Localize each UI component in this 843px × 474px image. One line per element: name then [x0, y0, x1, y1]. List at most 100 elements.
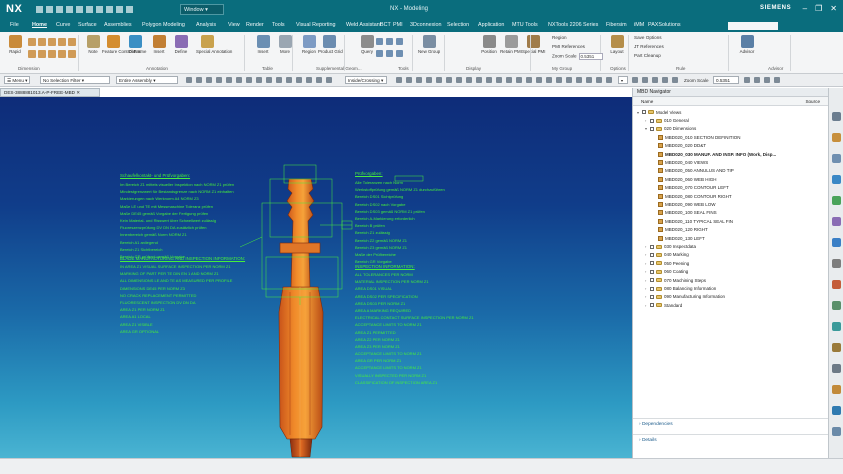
tab-3dconnexion[interactable]: 3Dconnexion — [410, 22, 441, 28]
body-snap-icon[interactable] — [256, 77, 262, 83]
tab-imm[interactable]: iMM — [634, 22, 644, 28]
ribbon-zoom-scale-input[interactable]: 0.5351 — [578, 53, 603, 60]
component-snap-icon[interactable] — [296, 77, 302, 83]
note-heading[interactable]: Prüfvorgaben: — [355, 171, 383, 177]
model-view-node[interactable]: MBD020_030 MANUF. AND INSP. INFO (Work, … — [653, 150, 776, 158]
sketch-snap-icon[interactable] — [286, 77, 292, 83]
tree-node[interactable]: › 060 Coating — [645, 268, 688, 276]
visibility-checkbox[interactable] — [650, 294, 654, 299]
options-item[interactable]: Part Cleanup — [634, 53, 661, 58]
dimension-tool-icon[interactable] — [68, 50, 76, 58]
tree-node[interactable]: › 040 Marking — [645, 251, 689, 259]
model-view-node[interactable]: MBD020_100 SEAL FINS — [653, 209, 717, 217]
tab-tools[interactable]: Tools — [272, 22, 285, 28]
snap-icon[interactable] — [216, 77, 222, 83]
tab-analysis[interactable]: Analysis — [196, 22, 216, 28]
ribbon-button-layout[interactable]: Layout — [606, 35, 628, 54]
manufacturing-wizard-icon[interactable] — [832, 343, 841, 352]
face-snap-icon[interactable] — [246, 77, 252, 83]
ribbon-button-define[interactable]: Define — [170, 35, 192, 54]
model-view-node[interactable]: MBD020_070 CONTOUR LEFT — [653, 184, 729, 192]
point-on-curve-icon[interactable] — [466, 77, 472, 83]
dimension-tool-icon[interactable] — [28, 50, 36, 58]
palette-icon[interactable] — [832, 385, 841, 394]
blade-model[interactable] — [278, 178, 324, 458]
bounded-grid-icon[interactable] — [486, 77, 492, 83]
ribbon-button-product-grid[interactable]: Product Grid — [318, 35, 343, 54]
dimension-tool-icon[interactable] — [48, 38, 56, 46]
ribbon-button-rapid[interactable]: Rapid — [4, 35, 26, 54]
tree-node[interactable]: › Standard — [645, 301, 682, 309]
pmi-snap-icon[interactable] — [306, 77, 312, 83]
assembly-navigator-icon[interactable] — [832, 133, 841, 142]
endpoint-icon[interactable] — [406, 77, 412, 83]
hide-icon[interactable] — [632, 77, 638, 83]
ribbon-button-query[interactable]: Query — [356, 35, 378, 54]
note-block-english[interactable]: ALL TOLERANCES PER NORM MATERIAL INSPECTI… — [355, 272, 474, 388]
model-canvas[interactable] — [0, 97, 632, 458]
dimension-tool-icon[interactable] — [38, 38, 46, 46]
render-style-icon[interactable] — [596, 77, 602, 83]
options-item[interactable]: Save Options — [634, 35, 662, 40]
visibility-checkbox[interactable] — [642, 110, 646, 115]
model-view-node[interactable]: MBD020_050 ANNULUS AND TIP — [653, 167, 734, 175]
reuse-library-icon[interactable] — [832, 196, 841, 205]
roles-icon[interactable] — [832, 301, 841, 310]
tab-file[interactable]: File — [10, 22, 19, 28]
constraint-navigator-icon[interactable] — [832, 154, 841, 163]
pan-icon[interactable] — [566, 77, 572, 83]
model-view-node[interactable]: MBD020_080 CONTOUR RIGHT — [653, 192, 732, 200]
tab-paxsolutions[interactable]: PAXSolutions — [648, 22, 681, 28]
ribbon-button-new-group[interactable]: New Group — [418, 35, 440, 54]
supplemental-geometry-icon[interactable] — [376, 38, 383, 45]
clock-icon[interactable] — [832, 364, 841, 373]
quadrant-icon[interactable] — [446, 77, 452, 83]
dimension-tool-icon[interactable] — [48, 50, 56, 58]
invert-visibility-icon[interactable] — [652, 77, 658, 83]
visibility-checkbox[interactable] — [650, 286, 654, 291]
switch-window-icon[interactable] — [126, 6, 133, 13]
web-browser-icon[interactable] — [832, 238, 841, 247]
ribbon-button-feature-control-frame[interactable]: Feature Control Frame — [102, 35, 146, 54]
point-on-face-icon[interactable] — [476, 77, 482, 83]
feature-snap-icon[interactable] — [266, 77, 272, 83]
deselect-icon[interactable] — [196, 77, 202, 83]
tab-surface[interactable]: Surface — [78, 22, 97, 28]
ribbon-button-insert[interactable]: Insert — [252, 35, 274, 54]
visibility-checkbox[interactable] — [650, 303, 654, 308]
section-view-icon[interactable] — [672, 77, 678, 83]
dimension-tool-icon[interactable] — [58, 50, 66, 58]
model-view-node[interactable]: MBD020_110 TYPICAL SEAL FIN — [653, 217, 733, 225]
supplemental-geometry-icon[interactable] — [386, 50, 393, 57]
dimension-tool-icon[interactable] — [68, 38, 76, 46]
note-block-english[interactable]: IN AREA Z1 VISUAL SURFACE INSPECTION PER… — [120, 264, 232, 337]
point-snap-icon[interactable] — [226, 77, 232, 83]
midpoint-icon[interactable] — [416, 77, 422, 83]
ribbon-button-position[interactable]: Position — [478, 35, 500, 54]
ribbon-button-special-pmi[interactable]: Special PMI — [522, 35, 545, 54]
hd3d-tools-icon[interactable] — [832, 217, 841, 226]
supplemental-geometry-icon[interactable] — [396, 50, 403, 57]
tangent-point-icon[interactable] — [516, 77, 522, 83]
ribbon-button-advisor[interactable]: Advisor — [736, 35, 758, 54]
existing-point-icon[interactable] — [456, 77, 462, 83]
tab-mtu-tools[interactable]: MTU Tools — [512, 22, 538, 28]
arc-center-icon[interactable] — [526, 77, 532, 83]
tab-visual-reporting[interactable]: Visual Reporting — [296, 22, 335, 28]
pole-icon[interactable] — [536, 77, 542, 83]
save-icon[interactable] — [36, 6, 43, 13]
tree-node[interactable]: › 080 Balancing Information — [645, 284, 716, 292]
tree-node[interactable]: › 010 General — [645, 116, 689, 124]
point-icon[interactable] — [396, 77, 402, 83]
supplemental-geometry-icon[interactable] — [386, 38, 393, 45]
dimension-tool-icon[interactable] — [38, 50, 46, 58]
touch-mode-icon[interactable] — [106, 6, 113, 13]
visibility-checkbox[interactable] — [650, 118, 654, 123]
copy-icon[interactable] — [76, 6, 83, 13]
close-icon[interactable]: ✕ — [830, 4, 837, 13]
my-group-item[interactable]: Zoom Scale 0.5351 — [552, 53, 603, 60]
supplemental-geometry-icon[interactable] — [376, 50, 383, 57]
history-icon[interactable] — [832, 259, 841, 268]
curve-snap-icon[interactable] — [276, 77, 282, 83]
tab-polygon-modeling[interactable]: Polygon Modeling — [142, 22, 185, 28]
